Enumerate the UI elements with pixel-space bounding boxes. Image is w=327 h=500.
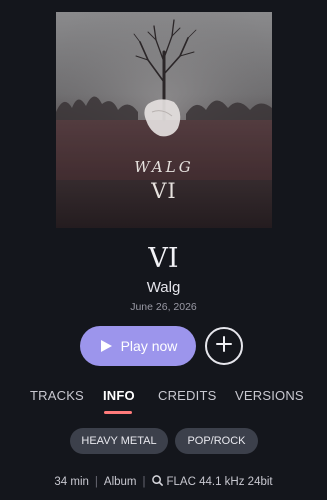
plus-icon — [216, 335, 232, 357]
play-now-label: Play now — [120, 338, 178, 354]
album-cover: WALG VI — [56, 12, 272, 228]
album-screen: WALG VI VI Walg June 26, 2026 Play now T… — [0, 0, 327, 500]
album-duration: 34 min — [54, 476, 89, 488]
meta-separator: | — [142, 476, 146, 488]
genre-chip-heavy-metal[interactable]: HEAVY METAL — [70, 428, 168, 454]
album-type: Album — [103, 476, 137, 488]
artist-name[interactable]: Walg — [0, 279, 327, 296]
release-date: June 26, 2026 — [130, 301, 197, 313]
tab-tracks[interactable]: TRACKS — [30, 388, 84, 403]
cover-band-logo: WALG — [134, 158, 194, 176]
active-tab-indicator — [104, 411, 132, 414]
tab-bar: TRACKS INFO CREDITS VERSIONS — [0, 388, 327, 408]
play-icon — [99, 339, 113, 353]
tab-info[interactable]: INFO — [103, 388, 135, 403]
tab-credits[interactable]: CREDITS — [158, 388, 216, 403]
add-to-library-button[interactable] — [205, 327, 243, 365]
hi-res-icon — [151, 475, 163, 489]
tab-versions[interactable]: VERSIONS — [235, 388, 304, 403]
cover-album-number: VI — [151, 179, 177, 203]
album-title: VI — [148, 243, 179, 274]
play-now-button[interactable]: Play now — [80, 326, 196, 366]
album-meta: 34 min | Album | FLAC 44.1 kHz 24bit — [0, 474, 327, 490]
genre-chip-pop-rock[interactable]: POP/ROCK — [175, 428, 258, 454]
audio-quality: FLAC 44.1 kHz 24bit — [151, 475, 273, 489]
audio-quality-label: FLAC 44.1 kHz 24bit — [166, 476, 273, 488]
meta-separator: | — [94, 476, 98, 488]
